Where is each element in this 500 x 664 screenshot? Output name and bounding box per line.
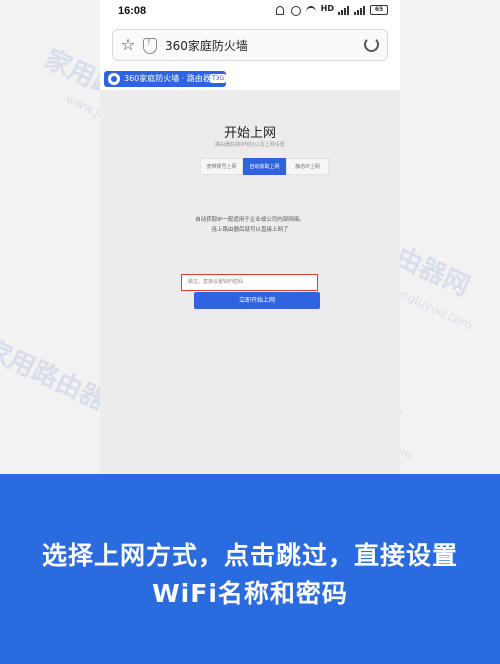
skip-input-field[interactable]: 跳过，直接设置WiFi密码 <box>181 274 318 291</box>
url-text[interactable]: 360家庭防火墙 <box>165 37 248 54</box>
status-icons: HD 65 <box>273 4 388 16</box>
alarm-icon <box>289 4 301 16</box>
info-text-1: 自动获取IP一般适用于企业或公司内部网络。 <box>195 217 305 223</box>
connection-type-tabs: 宽带拨号上网 自动获取上网 静态IP上网 <box>200 158 329 175</box>
status-bar: 16:08 HD 65 <box>100 0 400 26</box>
star-icon[interactable]: ☆ <box>119 36 137 54</box>
brand-badge: T3G <box>210 74 227 83</box>
start-internet-button[interactable]: 立即开始上网 <box>194 292 320 309</box>
phone-screen: 16:08 HD 65 ☆ 360家庭防火墙 360家庭防火墙 · 路由器 <box>100 0 400 474</box>
security-shield-icon[interactable] <box>143 38 157 54</box>
screenshot-page: 家用路由器网 www.jiayongluyou.com 家用路由器网 www.j… <box>0 0 500 664</box>
router-header: 360家庭防火墙 · 路由器 T3G <box>100 68 400 90</box>
brand-text: 360家庭防火墙 · 路由器 <box>124 74 211 83</box>
setup-subtitle: 路由器获取IP地址以及上网设置 <box>215 142 285 148</box>
tab-pppoe[interactable]: 宽带拨号上网 <box>200 158 243 175</box>
tab-static-ip[interactable]: 静态IP上网 <box>286 158 329 175</box>
wifi-icon <box>305 4 317 16</box>
address-bar[interactable]: ☆ 360家庭防火墙 <box>112 29 388 61</box>
caption-line-1: 选择上网方式，点击跳过，直接设置 <box>41 541 458 570</box>
bell-icon <box>273 4 285 16</box>
web-content: 360家庭防火墙 · 路由器 T3G 开始上网 路由器获取IP地址以及上网设置 … <box>100 68 400 474</box>
setup-title: 开始上网 <box>223 126 276 141</box>
caption-line-2: WiFi名称和密码 <box>152 579 348 608</box>
reload-icon[interactable] <box>364 37 379 52</box>
caption-band: 选择上网方式，点击跳过，直接设置 WiFi名称和密码 <box>0 474 500 664</box>
battery-icon: 65 <box>370 5 388 15</box>
info-text-2: 连上路由器后就可以直接上网了 <box>211 227 289 233</box>
hd-icon: HD <box>320 4 334 13</box>
brand-logo-bar: 360家庭防火墙 · 路由器 T3G <box>104 71 227 87</box>
signal-icon <box>338 5 350 15</box>
skip-input-text[interactable]: 跳过，直接设置WiFi密码 <box>188 278 243 285</box>
brand-logo-icon <box>108 73 120 85</box>
tab-dhcp[interactable]: 自动获取上网 <box>243 158 286 175</box>
signal-icon <box>354 5 366 15</box>
status-time: 16:08 <box>118 5 147 17</box>
setup-card: 开始上网 路由器获取IP地址以及上网设置 宽带拨号上网 自动获取上网 静态IP上… <box>128 96 372 466</box>
